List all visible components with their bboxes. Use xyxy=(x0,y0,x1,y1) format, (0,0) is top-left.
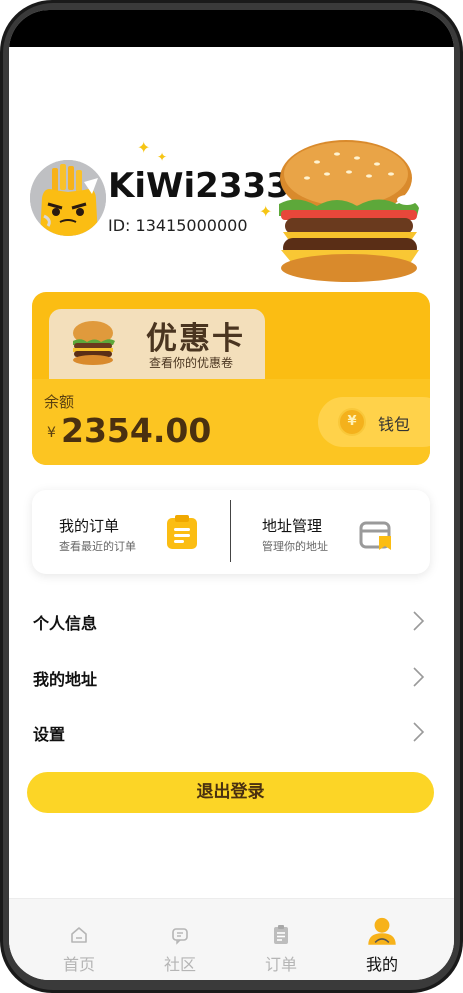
burger-icon xyxy=(73,321,115,365)
wallet-label: 钱包 xyxy=(378,415,411,434)
balance-value: 2354.00 xyxy=(61,411,212,450)
order-icon xyxy=(274,925,288,944)
profile-icon xyxy=(368,917,396,945)
balance-panel: 余额 ¥ 2354.00 ¥ 钱包 xyxy=(32,379,430,465)
coupon-subtitle: 查看你的优惠卷 xyxy=(149,356,234,370)
coupon-tab[interactable]: 优惠卡 查看你的优惠卷 xyxy=(49,309,265,379)
menu-item-settings[interactable]: 设置 xyxy=(33,713,425,753)
tab-home[interactable]: 首页 xyxy=(29,899,129,980)
status-bar xyxy=(9,10,454,47)
avatar-cat-icon xyxy=(30,160,106,236)
sparkle-icon: ✦ xyxy=(137,138,151,157)
coupon-title: 优惠卡 xyxy=(146,321,245,357)
tab-orders[interactable]: 订单 xyxy=(231,899,331,980)
chevron-right-icon xyxy=(413,611,425,631)
clipboard-icon xyxy=(167,515,197,549)
avatar[interactable] xyxy=(30,160,106,236)
menu-item-my-address[interactable]: 我的地址 xyxy=(33,658,425,698)
home-icon xyxy=(71,927,87,943)
quick-actions: 我的订单 查看最近的订单 地址管理 管理你的地址 xyxy=(32,490,430,574)
tab-label: 订单 xyxy=(264,955,297,974)
bottom-tab-bar: 首页 社区 订单 我的 xyxy=(9,898,454,980)
tab-label: 社区 xyxy=(163,955,196,974)
balance-label: 余额 xyxy=(44,393,75,411)
currency-symbol: ¥ xyxy=(47,425,56,441)
coin-icon: ¥ xyxy=(338,408,366,436)
address-manage-button[interactable]: 地址管理 管理你的地址 xyxy=(231,490,430,574)
chevron-right-icon xyxy=(413,667,425,687)
tab-label: 首页 xyxy=(62,955,95,974)
quick-title: 我的订单 xyxy=(59,517,120,535)
menu-label: 设置 xyxy=(33,725,66,744)
phone-frame: KiWi2333 ID: 13415000000 ✦ ✦ ✦ 优惠卡 查看你的优… xyxy=(0,0,463,993)
address-card-icon xyxy=(359,521,391,550)
chat-icon xyxy=(172,928,188,945)
app-screen: KiWi2333 ID: 13415000000 ✦ ✦ ✦ 优惠卡 查看你的优… xyxy=(9,10,454,980)
menu-label: 我的地址 xyxy=(33,670,98,689)
tab-community[interactable]: 社区 xyxy=(130,899,230,980)
quick-title: 地址管理 xyxy=(262,517,323,535)
quick-subtitle: 管理你的地址 xyxy=(262,540,328,553)
menu-item-personal-info[interactable]: 个人信息 xyxy=(33,602,425,642)
screen-top xyxy=(9,47,454,67)
my-orders-button[interactable]: 我的订单 查看最近的订单 xyxy=(32,490,231,574)
wallet-button[interactable]: ¥ 钱包 xyxy=(318,397,430,447)
menu-label: 个人信息 xyxy=(33,614,98,633)
chevron-right-icon xyxy=(413,722,425,742)
tab-profile[interactable]: 我的 xyxy=(332,899,432,980)
user-id: ID: 13415000000 xyxy=(108,216,248,235)
logout-button[interactable]: 退出登录 xyxy=(27,772,434,813)
sparkle-icon: ✦ xyxy=(157,150,168,164)
burger-illustration xyxy=(279,140,419,282)
tab-label: 我的 xyxy=(365,955,398,974)
coupon-card[interactable]: 优惠卡 查看你的优惠卷 余额 ¥ 2354.00 ¥ 钱包 xyxy=(32,292,430,465)
quick-subtitle: 查看最近的订单 xyxy=(59,540,136,553)
